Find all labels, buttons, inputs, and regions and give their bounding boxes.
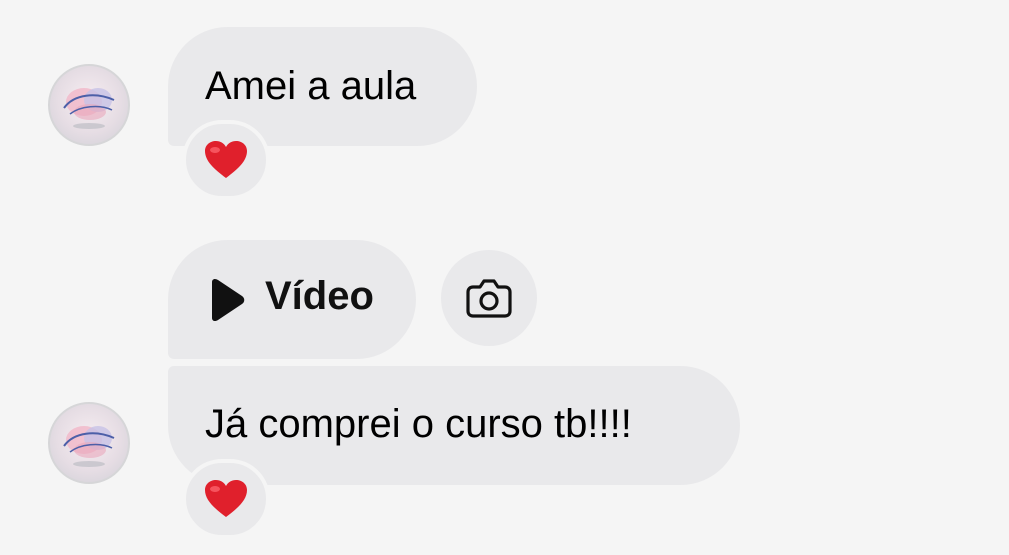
heart-icon — [205, 141, 247, 178]
play-icon[interactable] — [206, 278, 246, 322]
avatar[interactable] — [48, 64, 130, 146]
message-text: Amei a aula — [205, 64, 417, 108]
camera-button[interactable] — [441, 250, 537, 346]
video-label: Vídeo — [265, 274, 374, 318]
message-text: Já comprei o curso tb!!!! — [205, 402, 632, 446]
reaction-badge[interactable] — [182, 120, 270, 200]
avatar[interactable] — [48, 402, 130, 484]
reaction-badge[interactable] — [182, 459, 270, 539]
camera-icon — [466, 279, 512, 318]
arte-lilia-logo-icon — [63, 426, 115, 467]
heart-icon — [205, 480, 247, 517]
arte-lilia-logo-icon — [63, 88, 115, 129]
